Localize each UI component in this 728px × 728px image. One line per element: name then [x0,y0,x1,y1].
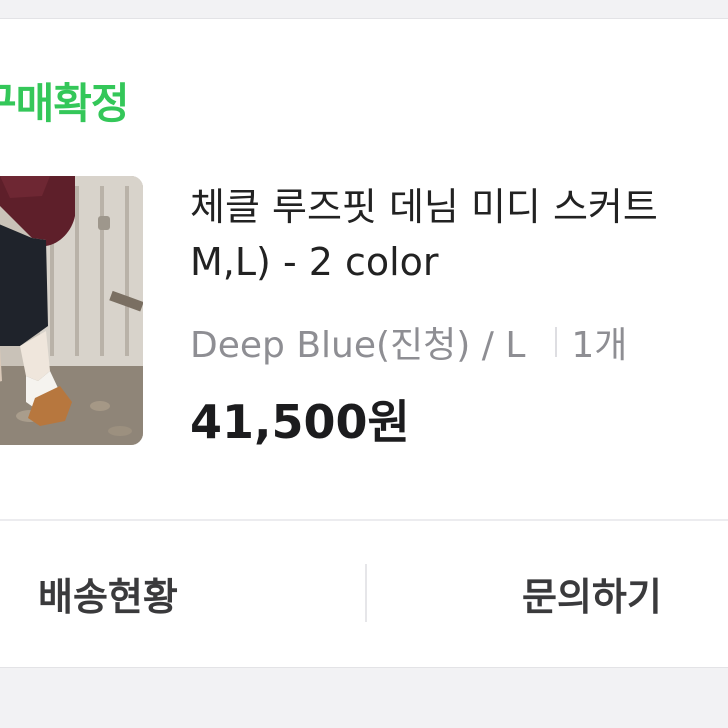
product-quantity: 1개 [571,325,628,366]
product-title[interactable]: 체클 루즈핏 데님 미디 스커트 M,L) - 2 color [190,180,728,290]
product-title-line-1: 체클 루즈핏 데님 미디 스커트 [190,185,658,229]
product-option-row: Deep Blue(진청) / L 1개 [190,316,627,368]
product-option: Deep Blue(진청) / L [190,325,526,366]
inquiry-button[interactable]: 문의하기 [522,522,662,665]
product-thumbnail[interactable] [0,176,143,445]
product-title-line-2: M,L) - 2 color [190,240,439,284]
card-divider [0,519,728,521]
action-divider [365,564,367,622]
shipping-status-button[interactable]: 배송현황 [38,522,178,665]
product-price: 41,500원 [190,395,410,449]
option-separator [555,327,558,357]
order-status-label: 구매확정 [0,79,130,128]
product-photo [0,176,143,445]
